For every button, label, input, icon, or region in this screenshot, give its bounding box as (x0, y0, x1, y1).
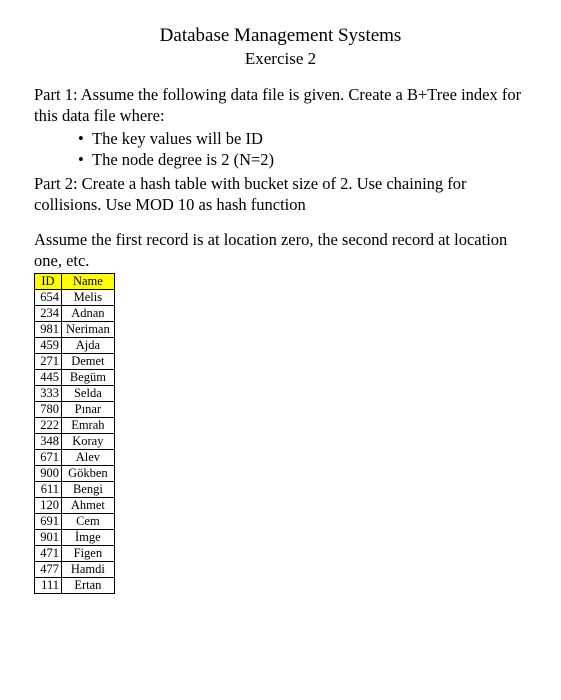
table-row: 901İmge (35, 529, 115, 545)
title-block: Database Management Systems Exercise 2 (34, 24, 527, 70)
cell-name: Selda (62, 385, 115, 401)
table-row: 111Ertan (35, 577, 115, 593)
cell-name: Koray (62, 433, 115, 449)
cell-id: 234 (35, 305, 62, 321)
cell-name: Melis (62, 289, 115, 305)
table-row: 348Koray (35, 433, 115, 449)
cell-id: 900 (35, 465, 62, 481)
table-row: 981Neriman (35, 321, 115, 337)
cell-name: Demet (62, 353, 115, 369)
cell-id: 654 (35, 289, 62, 305)
cell-name: Adnan (62, 305, 115, 321)
cell-name: Emrah (62, 417, 115, 433)
cell-id: 222 (35, 417, 62, 433)
cell-id: 271 (35, 353, 62, 369)
part1-intro: Part 1: Assume the following data file i… (34, 84, 527, 126)
cell-id: 333 (35, 385, 62, 401)
cell-id: 981 (35, 321, 62, 337)
list-item: • The key values will be ID (78, 128, 527, 149)
cell-name: Bengi (62, 481, 115, 497)
table-row: 459Ajda (35, 337, 115, 353)
cell-id: 477 (35, 561, 62, 577)
cell-name: Figen (62, 545, 115, 561)
data-table: ID Name 654Melis234Adnan981Neriman459Ajd… (34, 273, 115, 594)
cell-id: 901 (35, 529, 62, 545)
cell-id: 611 (35, 481, 62, 497)
cell-name: Gökben (62, 465, 115, 481)
bullet-icon: • (78, 149, 92, 170)
cell-name: Pınar (62, 401, 115, 417)
cell-id: 120 (35, 497, 62, 513)
part1-section: Part 1: Assume the following data file i… (34, 84, 527, 215)
cell-name: Ajda (62, 337, 115, 353)
cell-name: Neriman (62, 321, 115, 337)
part1-bullets: • The key values will be ID • The node d… (78, 128, 527, 170)
bullet-icon: • (78, 128, 92, 149)
col-header-name: Name (62, 273, 115, 289)
table-row: 234Adnan (35, 305, 115, 321)
cell-name: Cem (62, 513, 115, 529)
assumption-section: Assume the first record is at location z… (34, 229, 527, 594)
table-row: 654Melis (35, 289, 115, 305)
cell-id: 445 (35, 369, 62, 385)
cell-id: 671 (35, 449, 62, 465)
table-row: 477Hamdi (35, 561, 115, 577)
table-row: 333Selda (35, 385, 115, 401)
table-row: 611Bengi (35, 481, 115, 497)
table-row: 445Begüm (35, 369, 115, 385)
table-row: 900Gökben (35, 465, 115, 481)
table-header-row: ID Name (35, 273, 115, 289)
table-row: 271Demet (35, 353, 115, 369)
cell-id: 348 (35, 433, 62, 449)
cell-id: 459 (35, 337, 62, 353)
page-subtitle: Exercise 2 (34, 48, 527, 70)
table-row: 671Alev (35, 449, 115, 465)
table-row: 691Cem (35, 513, 115, 529)
cell-name: Begüm (62, 369, 115, 385)
cell-name: Alev (62, 449, 115, 465)
cell-name: Ahmet (62, 497, 115, 513)
bullet-text: The key values will be ID (92, 128, 263, 149)
cell-id: 691 (35, 513, 62, 529)
cell-id: 780 (35, 401, 62, 417)
col-header-id: ID (35, 273, 62, 289)
part2-text: Part 2: Create a hash table with bucket … (34, 173, 527, 215)
cell-id: 471 (35, 545, 62, 561)
cell-name: Ertan (62, 577, 115, 593)
assumption-text: Assume the first record is at location z… (34, 229, 527, 271)
table-row: 120Ahmet (35, 497, 115, 513)
page-title: Database Management Systems (34, 24, 527, 48)
bullet-text: The node degree is 2 (N=2) (92, 149, 274, 170)
list-item: • The node degree is 2 (N=2) (78, 149, 527, 170)
table-body: 654Melis234Adnan981Neriman459Ajda271Deme… (35, 289, 115, 593)
table-row: 222Emrah (35, 417, 115, 433)
cell-name: Hamdi (62, 561, 115, 577)
table-row: 780Pınar (35, 401, 115, 417)
cell-name: İmge (62, 529, 115, 545)
table-row: 471Figen (35, 545, 115, 561)
cell-id: 111 (35, 577, 62, 593)
